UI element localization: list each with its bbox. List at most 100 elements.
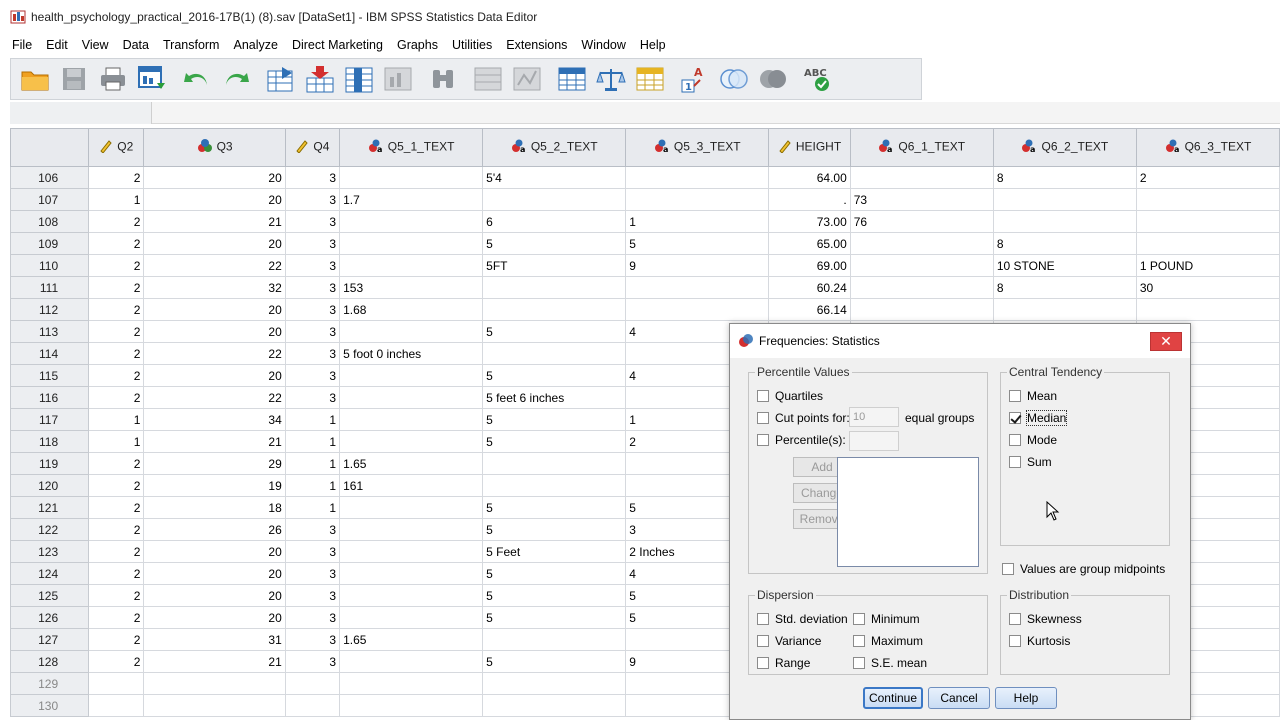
data-cell[interactable]: 2 [88,606,145,629]
menu-data[interactable]: Data [117,38,155,52]
data-cell[interactable] [482,672,627,695]
data-cell[interactable]: 1 POUND [1135,254,1280,277]
data-cell[interactable]: 20 [143,364,286,387]
data-cell[interactable] [482,342,627,365]
select-cases-button[interactable] [634,63,666,95]
range-option[interactable]: Range [757,656,810,670]
row-number[interactable]: 130 [10,694,90,717]
menu-help[interactable]: Help [634,38,672,52]
cut-points-checkbox[interactable] [757,412,769,424]
data-cell[interactable]: 20 [143,298,286,321]
data-cell[interactable]: 5 [482,496,627,519]
data-cell[interactable] [849,254,994,277]
skewness-option[interactable]: Skewness [1009,612,1082,626]
mode-option[interactable]: Mode [1009,433,1057,447]
data-cell[interactable] [284,672,341,695]
data-cell[interactable]: 3 [284,210,341,233]
data-cell[interactable] [339,606,484,629]
row-number[interactable]: 119 [10,452,90,475]
goto-case-button[interactable] [265,63,297,95]
row-number[interactable]: 114 [10,342,90,365]
row-number[interactable]: 128 [10,650,90,673]
data-cell[interactable]: 3 [284,342,341,365]
spell-check-button[interactable]: ABC [802,63,834,95]
data-cell[interactable]: 3 [284,364,341,387]
row-number[interactable]: 108 [10,210,90,233]
maximum-option[interactable]: Maximum [853,634,923,648]
data-cell[interactable]: 22 [143,254,286,277]
data-cell[interactable] [625,166,770,189]
maximum-checkbox[interactable] [853,635,865,647]
row-number[interactable]: 116 [10,386,90,409]
data-cell[interactable]: 69.00 [768,254,851,277]
data-cell[interactable]: 2 [88,364,145,387]
column-header-q2[interactable]: Q2 [88,128,145,167]
data-cell[interactable]: 2 [88,584,145,607]
data-cell[interactable] [339,386,484,409]
minimum-option[interactable]: Minimum [853,612,920,626]
menu-file[interactable]: File [6,38,38,52]
data-cell[interactable]: 5 [625,232,770,255]
data-cell[interactable] [482,474,627,497]
data-cell[interactable] [339,210,484,233]
save-button[interactable] [58,63,90,95]
column-header-height[interactable]: HEIGHT [768,128,851,167]
data-cell[interactable] [339,320,484,343]
menu-window[interactable]: Window [575,38,631,52]
menu-edit[interactable]: Edit [40,38,74,52]
cell-reference-box[interactable] [10,102,152,124]
data-cell[interactable]: 66.14 [768,298,851,321]
data-cell[interactable] [992,210,1137,233]
row-number[interactable]: 123 [10,540,90,563]
data-cell[interactable]: 2 [88,210,145,233]
data-cell[interactable]: 3 [284,320,341,343]
se-mean-checkbox[interactable] [853,657,865,669]
value-labels-button[interactable]: A1 [679,63,711,95]
data-cell[interactable]: 1 [284,474,341,497]
menu-graphs[interactable]: Graphs [391,38,444,52]
data-cell[interactable]: 2 [88,276,145,299]
data-cell[interactable]: 3 [284,628,341,651]
data-cell[interactable]: 18 [143,496,286,519]
data-cell[interactable] [849,276,994,299]
minimum-checkbox[interactable] [853,613,865,625]
data-cell[interactable] [339,540,484,563]
sum-checkbox[interactable] [1009,456,1021,468]
data-cell[interactable] [482,628,627,651]
data-cell[interactable]: 3 [284,232,341,255]
weight-cases-button[interactable] [595,63,627,95]
range-checkbox[interactable] [757,657,769,669]
insert-variable-button[interactable] [511,63,543,95]
data-cell[interactable]: 65.00 [768,232,851,255]
data-cell[interactable]: 5FT [482,254,627,277]
data-cell[interactable] [339,232,484,255]
column-header-q4[interactable]: Q4 [284,128,341,167]
data-cell[interactable]: 5'4 [482,166,627,189]
data-cell[interactable]: 3 [284,540,341,563]
data-cell[interactable]: 1 [284,496,341,519]
menu-transform[interactable]: Transform [157,38,226,52]
data-cell[interactable]: 2 [88,540,145,563]
column-header-q6-3-text[interactable]: a Q6_3_TEXT [1135,128,1280,167]
data-cell[interactable]: 5 [482,584,627,607]
data-cell[interactable] [625,188,770,211]
data-cell[interactable]: 1 [88,408,145,431]
data-cell[interactable]: 31 [143,628,286,651]
data-cell[interactable] [339,254,484,277]
data-cell[interactable]: 153 [339,276,484,299]
data-cell[interactable] [849,166,994,189]
data-cell[interactable]: 3 [284,584,341,607]
show-all-variables-button[interactable] [757,63,789,95]
std-deviation-option[interactable]: Std. deviation [757,612,848,626]
find-button[interactable] [427,63,459,95]
data-cell[interactable]: 2 [88,320,145,343]
data-cell[interactable]: 3 [284,298,341,321]
std-deviation-checkbox[interactable] [757,613,769,625]
data-cell[interactable]: 2 [1135,166,1280,189]
data-cell[interactable]: 161 [339,474,484,497]
quartiles-option[interactable]: Quartiles [757,389,823,403]
mode-checkbox[interactable] [1009,434,1021,446]
continue-button[interactable]: Continue [863,687,923,709]
data-cell[interactable] [339,562,484,585]
data-cell[interactable] [88,694,145,717]
